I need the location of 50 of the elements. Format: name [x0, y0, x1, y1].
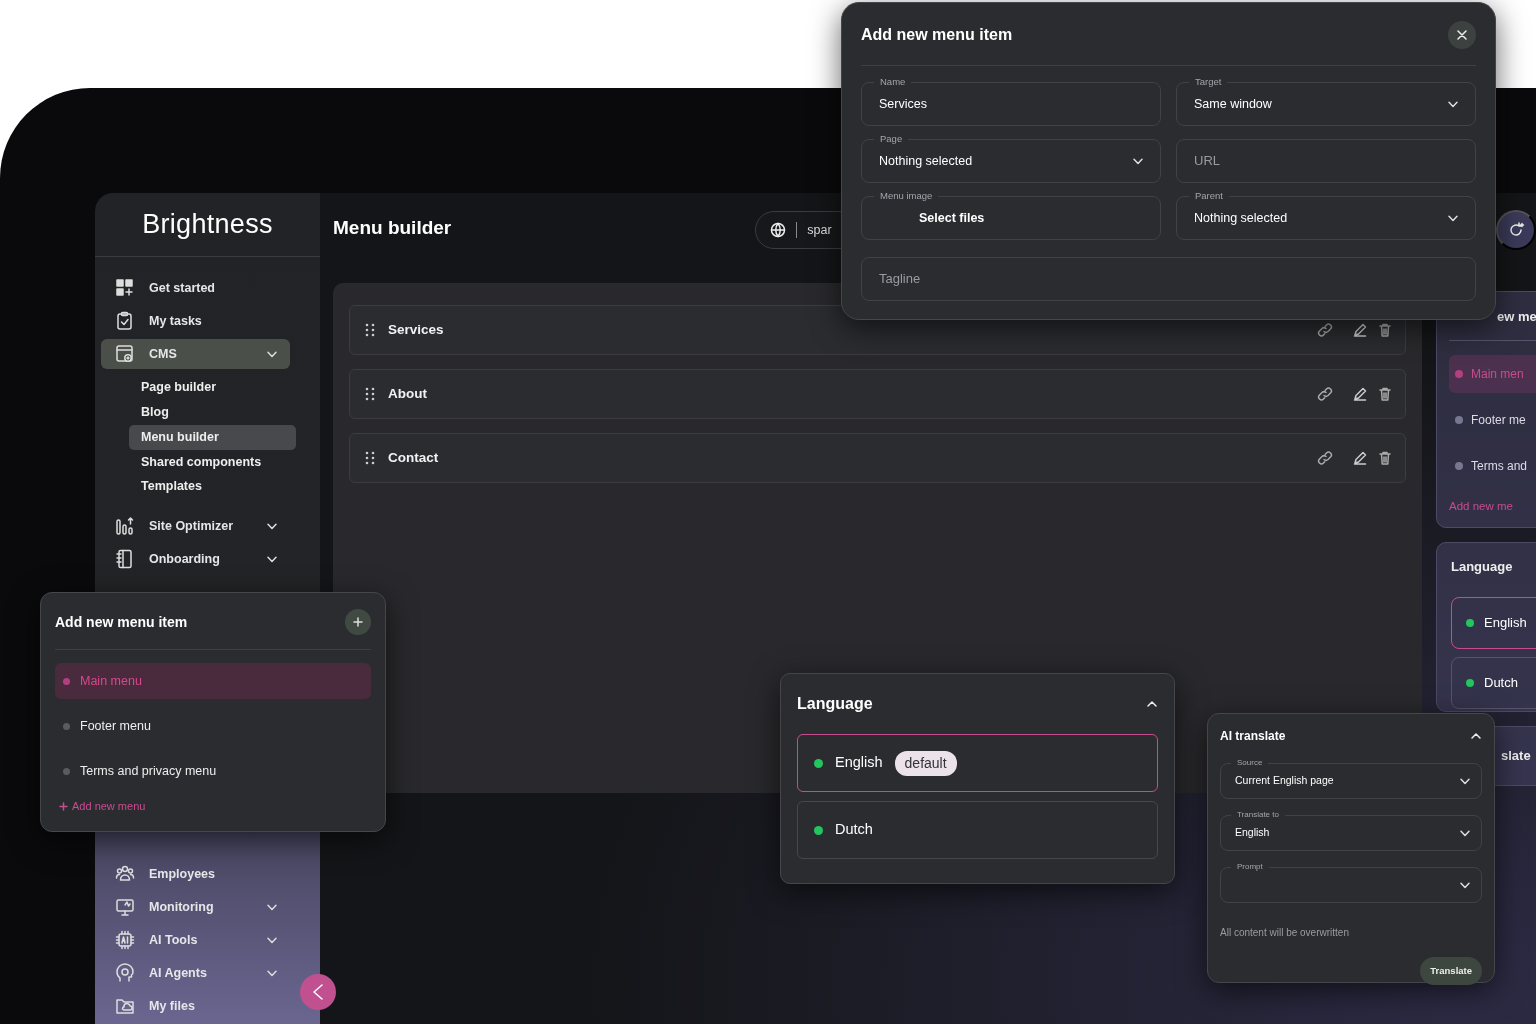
sidebar-item[interactable]: CMS: [101, 339, 290, 370]
sidebar-item[interactable]: AI Tools: [101, 925, 290, 955]
menu-list-item[interactable]: Terms and: [1449, 447, 1536, 485]
submenu-item[interactable]: Shared components: [129, 449, 296, 475]
field-label: Prompt: [1231, 861, 1269, 873]
translate-button[interactable]: Translate: [1420, 957, 1482, 986]
popup-title: Add new menu item: [55, 612, 188, 632]
text-field[interactable]: URL: [1176, 139, 1476, 183]
language-option[interactable]: English default: [797, 734, 1158, 792]
field-placeholder: Tagline: [879, 270, 922, 289]
helper-text: All content will be overwritten: [1220, 926, 1349, 940]
sidebar-item[interactable]: Employees: [101, 859, 290, 889]
page-title: Menu builder: [333, 215, 452, 240]
menu-item-row[interactable]: Contact: [349, 433, 1406, 483]
submenu-item[interactable]: Blog: [129, 400, 296, 425]
panel-title: Language: [797, 694, 873, 714]
dialog-title: Add new menu item: [861, 25, 1013, 45]
submenu-item[interactable]: Templates: [129, 474, 296, 499]
sidebar-item[interactable]: Site Optimizer: [101, 511, 290, 541]
submenu-item[interactable]: Menu builder: [129, 424, 296, 450]
sidebar-item[interactable]: Get started: [101, 273, 290, 304]
sidebar-item[interactable]: My files: [101, 991, 290, 1021]
sidebar-item[interactable]: Monitoring: [101, 892, 290, 922]
field-value: Select files: [918, 209, 986, 227]
language-option[interactable]: Dutch: [1451, 656, 1536, 709]
menu-list-item[interactable]: Footer me: [1449, 401, 1536, 439]
field-value: Nothing selected: [1194, 209, 1289, 227]
field-value: English: [1235, 825, 1271, 841]
default-badge: default: [894, 750, 957, 776]
menu-item-row[interactable]: About: [349, 369, 1406, 419]
card-title: ew me: [1497, 308, 1536, 326]
field-placeholder: URL: [1194, 152, 1221, 171]
field-value: Current English page: [1235, 773, 1335, 789]
language-option[interactable]: Dutch: [797, 801, 1158, 859]
menu-list-item[interactable]: Footer menu: [55, 708, 371, 744]
panel-title: AI translate: [1220, 728, 1286, 745]
text-field[interactable]: Tagline: [861, 257, 1476, 301]
menu-list-item[interactable]: Terms and privacy menu: [55, 753, 371, 789]
logo: Brightness: [142, 208, 273, 242]
submenu-item[interactable]: Page builder: [129, 375, 296, 400]
sidebar-item[interactable]: AI Agents: [101, 958, 290, 988]
card-title: Language: [1451, 558, 1514, 576]
language-option[interactable]: English: [1451, 596, 1536, 649]
card-title: slate: [1501, 747, 1531, 765]
sidebar-item[interactable]: My tasks: [101, 306, 290, 337]
sidebar-item[interactable]: Onboarding: [101, 544, 290, 574]
field-value: Services: [879, 95, 928, 113]
field-value: Nothing selected: [879, 152, 974, 170]
field-value: Same window: [1194, 95, 1273, 113]
field-label: Menu image: [874, 189, 939, 203]
